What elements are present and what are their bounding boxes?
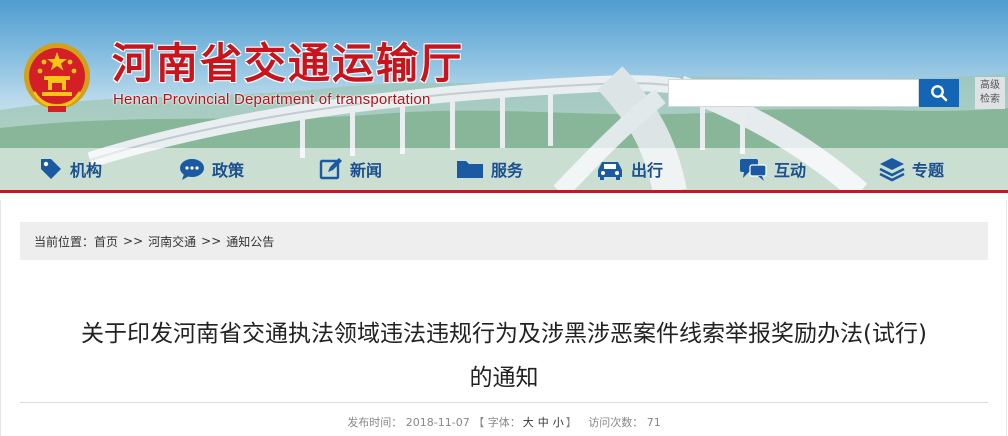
- main-nav: 机构 政策 新闻 服务 出行 互动 专题: [0, 148, 1008, 190]
- nav-item-travel[interactable]: 出行: [595, 148, 663, 190]
- breadcrumb-henan-transport[interactable]: 河南交通: [148, 233, 196, 250]
- breadcrumb-separator: >>: [123, 234, 144, 248]
- car-icon: [598, 162, 622, 180]
- content-border-right: [1006, 200, 1007, 436]
- nav-item-news[interactable]: 新闻: [318, 148, 382, 190]
- article-meta: 发布时间： 2018-11-07 【 字体：大中小】 访问次数： 71: [0, 414, 1008, 430]
- national-emblem-logo: [24, 43, 90, 112]
- search-button[interactable]: [919, 79, 959, 107]
- article-title: 关于印发河南省交通执法领域违法违规行为及涉黑涉恶案件线索举报奖励办法(试行) 的…: [10, 312, 998, 400]
- nav-label: 服务: [491, 161, 524, 180]
- site-subtitle: Henan Provincial Department of transport…: [113, 91, 431, 108]
- font-size-small-button[interactable]: 小: [553, 416, 564, 429]
- search-icon: [931, 85, 948, 102]
- nav-label: 互动: [774, 161, 807, 180]
- nav-item-policy[interactable]: 政策: [178, 148, 244, 190]
- search-input[interactable]: [668, 79, 919, 107]
- nav-label: 新闻: [350, 161, 383, 180]
- tag-icon: [41, 159, 61, 179]
- site-title: 河南省交通运输厅: [112, 39, 465, 88]
- breadcrumb: 当前位置： 首页 >> 河南交通 >> 通知公告: [20, 222, 988, 260]
- nav-label: 专题: [912, 161, 945, 180]
- published-date: 2018-11-07: [405, 416, 470, 429]
- font-size-label-close: 】: [565, 416, 577, 429]
- advanced-search-label-2: 检索: [980, 94, 1000, 105]
- nav-label: 机构: [70, 161, 103, 180]
- content-border-left: [0, 200, 1, 436]
- article-title-line-1: 关于印发河南省交通执法领域违法违规行为及涉黑涉恶案件线索举报奖励办法(试行): [81, 321, 927, 347]
- chat-bubble-icon: [180, 159, 204, 180]
- font-size-label-open: 【 字体：: [473, 416, 521, 429]
- advanced-search-button[interactable]: 高级 检索: [975, 77, 1005, 109]
- nav-item-services[interactable]: 服务: [455, 148, 523, 190]
- advanced-search-label-1: 高级: [980, 80, 1000, 91]
- font-size-medium-button[interactable]: 中: [538, 416, 549, 429]
- visits-count: 71: [646, 416, 661, 429]
- header-banner: 河南省交通运输厅 Henan Provincial Department of …: [0, 0, 1008, 192]
- breadcrumb-prefix: 当前位置：: [34, 234, 95, 249]
- title-divider: [20, 402, 988, 403]
- breadcrumb-separator: >>: [201, 234, 222, 248]
- article-title-line-2: 的通知: [469, 365, 539, 391]
- nav-label: 出行: [631, 161, 664, 180]
- nav-label: 政策: [212, 161, 245, 180]
- folder-icon: [457, 161, 483, 178]
- font-size-large-button[interactable]: 大: [523, 416, 534, 429]
- visits-label: 访问次数：: [588, 416, 644, 429]
- breadcrumb-notices[interactable]: 通知公告: [226, 233, 274, 250]
- nav-item-interaction[interactable]: 互动: [738, 148, 806, 190]
- edit-icon: [319, 158, 342, 180]
- layers-icon: [879, 158, 905, 182]
- breadcrumb-home[interactable]: 首页: [94, 233, 118, 250]
- nav-item-topics[interactable]: 专题: [878, 148, 944, 190]
- nav-divider: [0, 190, 1008, 193]
- nav-item-institutions[interactable]: 机构: [38, 148, 102, 190]
- published-label: 发布时间：: [347, 416, 403, 429]
- chat-icon: [740, 159, 767, 181]
